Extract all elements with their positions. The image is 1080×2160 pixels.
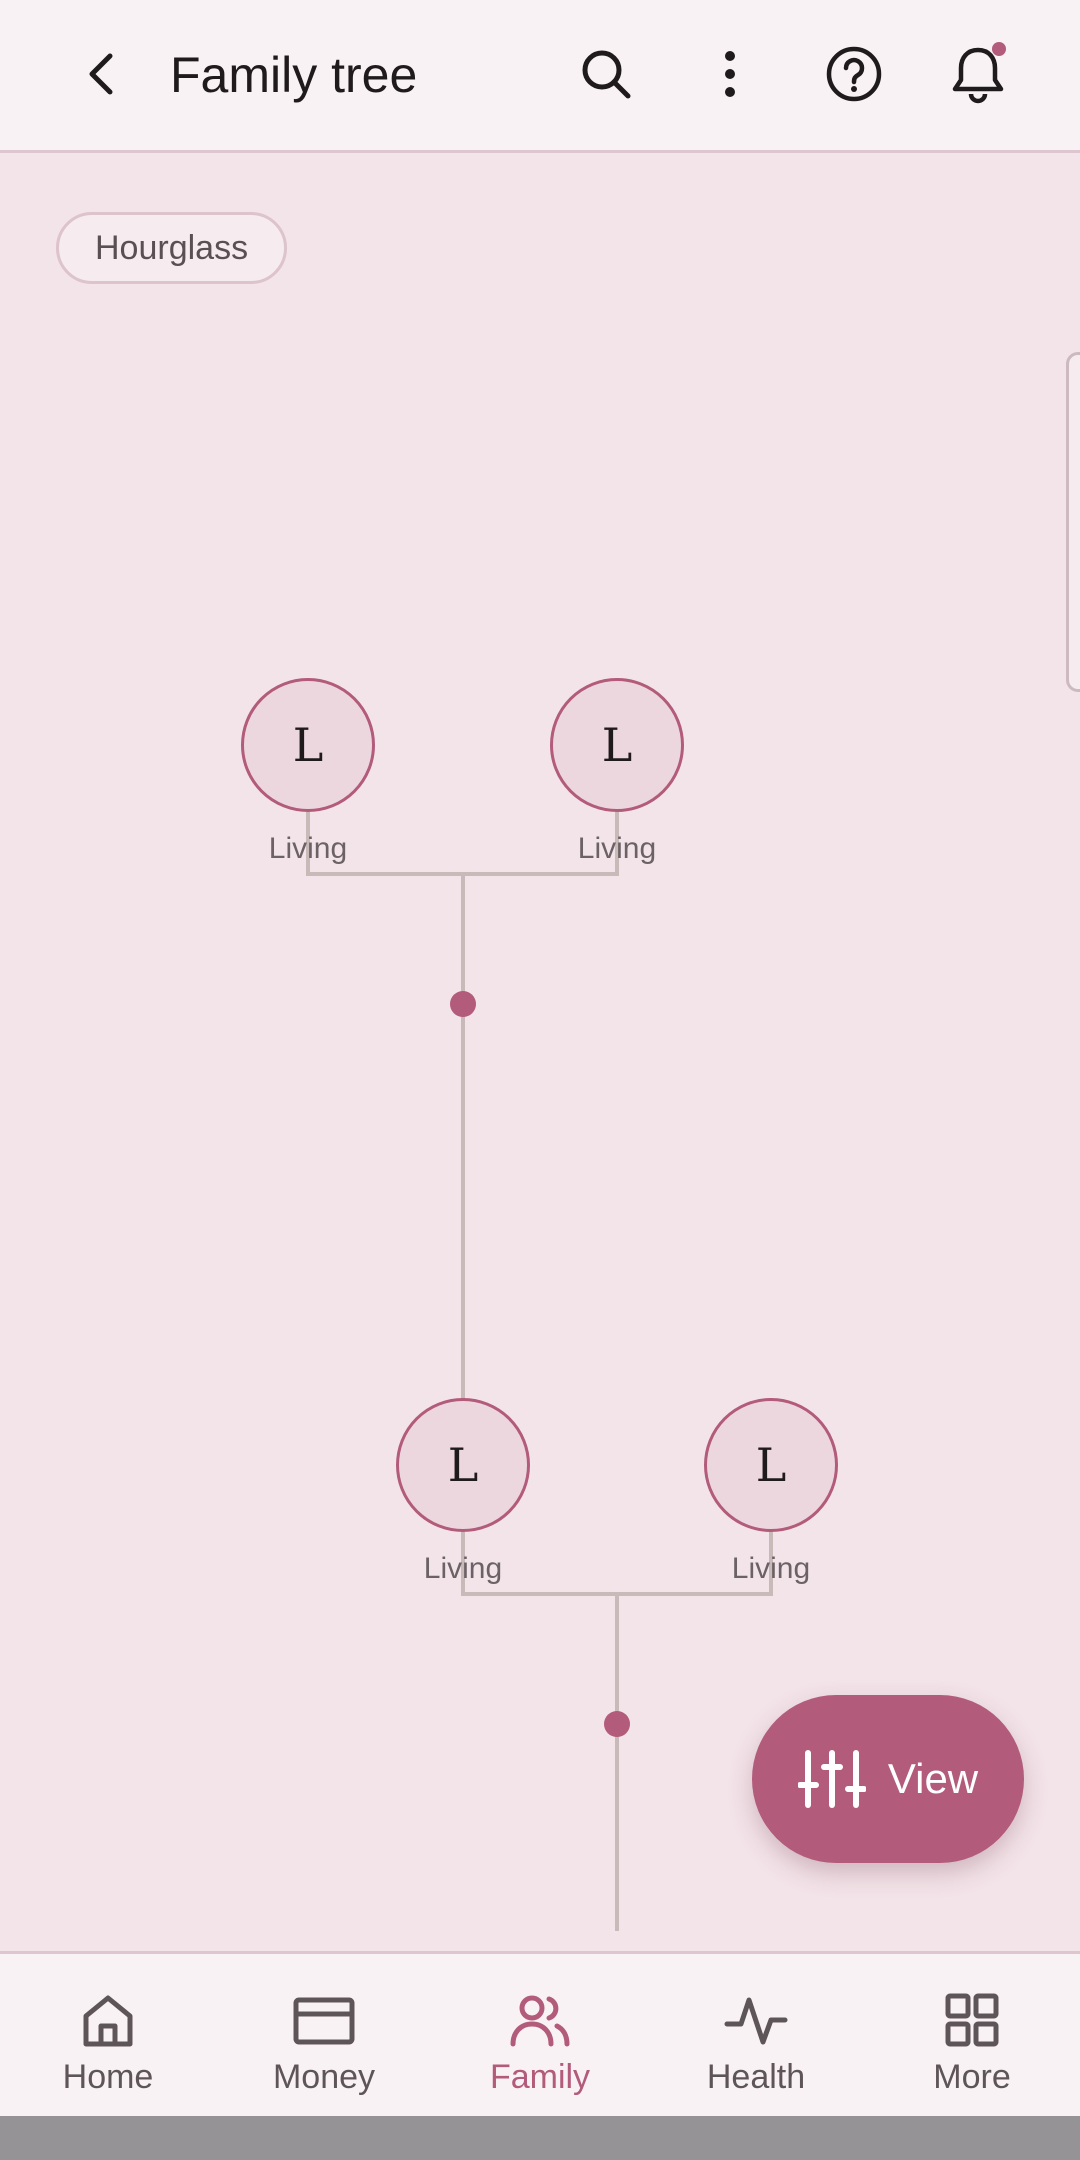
bottom-navigation: Home Money Family Health More xyxy=(0,1951,1080,2116)
nav-label: Home xyxy=(62,2058,154,2096)
person-label: Living xyxy=(268,832,348,865)
search-icon xyxy=(582,50,631,99)
union-junction-top[interactable] xyxy=(450,991,476,1017)
union-junction-bottom[interactable] xyxy=(604,1711,630,1737)
overflow-menu-button[interactable] xyxy=(694,38,766,110)
page-title: Family tree xyxy=(170,47,418,103)
wallet-card-icon xyxy=(293,1997,355,2045)
notification-badge xyxy=(992,42,1006,56)
more-vert-icon xyxy=(725,51,735,97)
arrow-back-icon xyxy=(89,53,113,95)
nav-item-family[interactable]: Family xyxy=(432,1954,648,2116)
system-navigation-bar xyxy=(0,2116,1080,2160)
notifications-button[interactable] xyxy=(942,38,1014,110)
person-node[interactable]: L xyxy=(704,1398,838,1532)
person-node[interactable]: L xyxy=(550,678,684,812)
person-label: Living xyxy=(577,832,657,865)
view-options-fab[interactable]: View xyxy=(752,1695,1024,1863)
help-button[interactable] xyxy=(818,38,890,110)
nav-item-home[interactable]: Home xyxy=(0,1954,216,2116)
person-label: Living xyxy=(731,1552,811,1585)
grid-icon xyxy=(945,1993,999,2047)
search-button[interactable] xyxy=(570,38,642,110)
family-tree-canvas[interactable]: Hourglass L Living L Living L Living L L… xyxy=(0,156,1080,1931)
nav-label: More xyxy=(933,2058,1011,2096)
help-icon xyxy=(826,46,882,102)
nav-item-money[interactable]: Money xyxy=(216,1954,432,2116)
fab-label: View xyxy=(887,1755,979,1802)
tune-sliders-icon xyxy=(797,1750,866,1808)
nav-label: Money xyxy=(272,2058,376,2096)
nav-label: Family xyxy=(489,2058,591,2096)
pulse-icon xyxy=(724,1997,788,2045)
nav-item-more[interactable]: More xyxy=(864,1954,1080,2116)
person-node[interactable]: L xyxy=(241,678,375,812)
home-icon xyxy=(83,1995,133,2047)
back-button[interactable] xyxy=(70,42,134,106)
top-app-bar: Family tree xyxy=(0,0,1080,153)
person-label: Living xyxy=(423,1552,503,1585)
nav-label: Health xyxy=(706,2058,806,2096)
person-node[interactable]: L xyxy=(396,1398,530,1532)
nav-item-health[interactable]: Health xyxy=(648,1954,864,2116)
people-icon xyxy=(510,1995,570,2047)
tree-connectors xyxy=(306,812,773,1931)
